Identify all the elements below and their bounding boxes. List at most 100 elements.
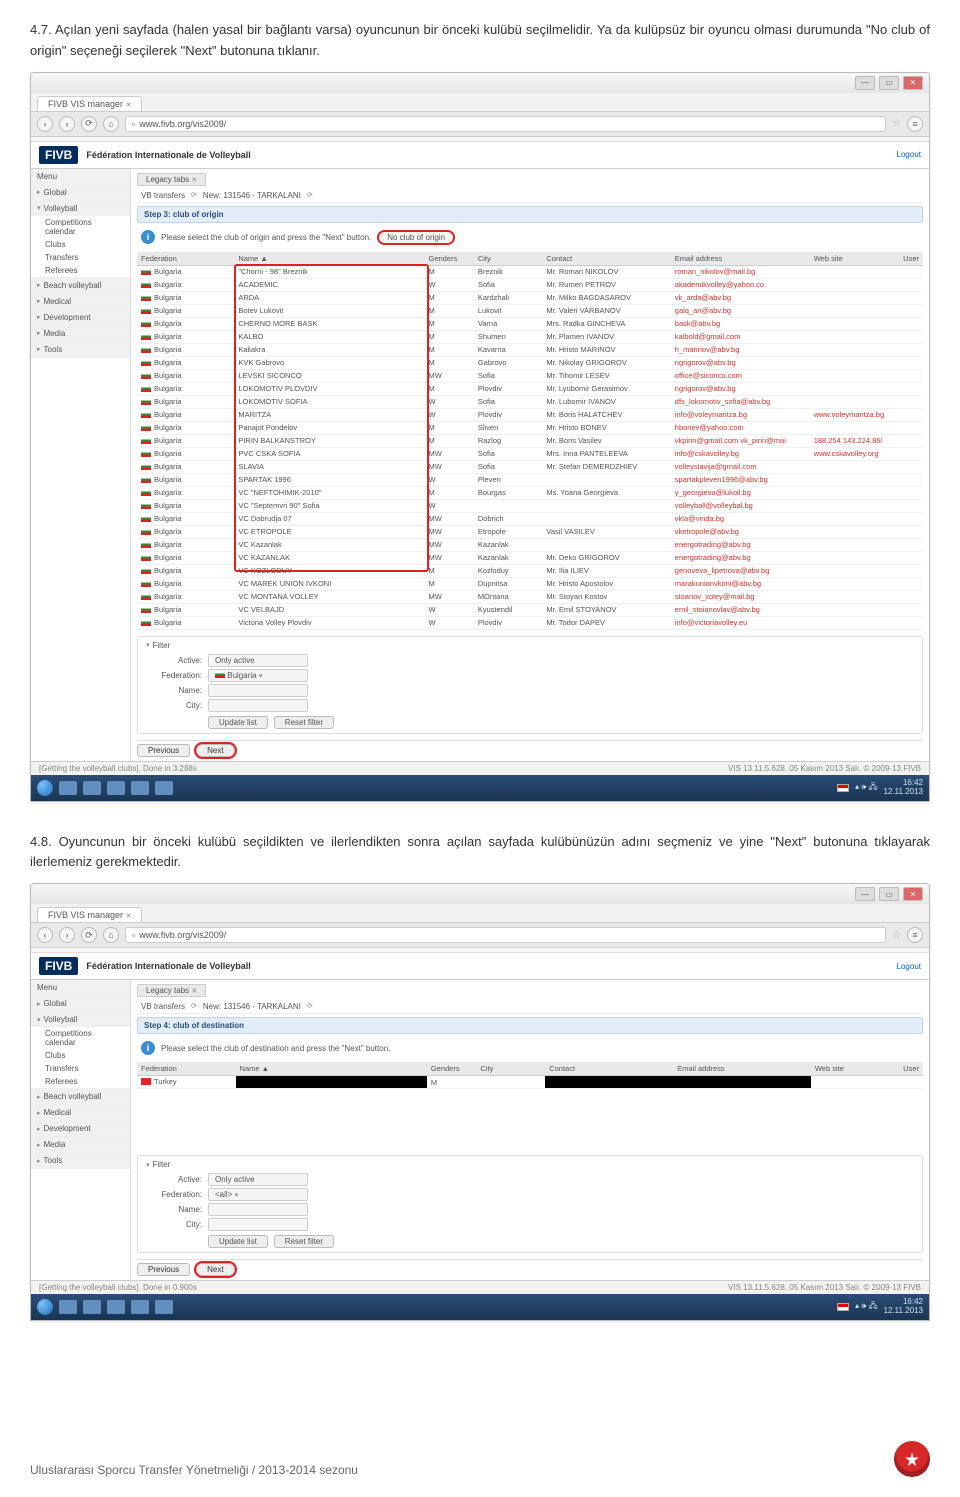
taskbar-app[interactable] bbox=[155, 1300, 173, 1314]
prev-button[interactable]: Previous bbox=[137, 1263, 190, 1276]
table-row[interactable]: BulgariaKaliakraMKavarnaMr. Hristo MARIN… bbox=[137, 343, 923, 356]
cell-web[interactable]: www.voleymaritza.bg bbox=[810, 408, 899, 421]
taskbar-app[interactable] bbox=[131, 1300, 149, 1314]
reset-button[interactable]: Reset filter bbox=[274, 1235, 334, 1248]
cell-email[interactable]: info@victoriavolley.eu bbox=[671, 616, 810, 629]
cell-web[interactable] bbox=[810, 564, 899, 577]
cell-email[interactable]: stoanov_voley@mail.bg bbox=[671, 590, 810, 603]
maximize-button[interactable]: ▭ bbox=[879, 76, 899, 90]
table-row[interactable]: BulgariaPVC CSKA SOFIAMWSofiaMrs. Inna P… bbox=[137, 447, 923, 460]
home-button[interactable]: ⌂ bbox=[103, 116, 119, 132]
lang-flag-icon[interactable] bbox=[837, 1303, 849, 1311]
sidebar-media[interactable]: ▸Media bbox=[31, 1137, 130, 1152]
cell-email[interactable]: genoveva_lipetrova@abv.bg bbox=[671, 564, 810, 577]
col-city[interactable]: City bbox=[476, 1062, 545, 1076]
col-user[interactable]: User bbox=[899, 252, 923, 266]
bookmark-icon[interactable]: ☆ bbox=[892, 118, 901, 129]
taskbar-app[interactable] bbox=[155, 781, 173, 795]
sidebar-item[interactable]: Clubs bbox=[31, 238, 130, 251]
menu-icon[interactable]: ≡ bbox=[907, 927, 923, 943]
cell-web[interactable]: 188.254.143.224.86/ bbox=[810, 434, 899, 447]
tray-icons[interactable]: ▴ 🕪 🖧 bbox=[855, 781, 877, 795]
crumb-b[interactable]: New: 131546 - TARKALANI bbox=[203, 1002, 301, 1011]
tab-legacy[interactable]: Legacy tabs ✕ bbox=[137, 173, 206, 186]
cell-email[interactable]: vketropole@abv.bg bbox=[671, 525, 810, 538]
taskbar-app[interactable] bbox=[59, 1300, 77, 1314]
cell-email[interactable]: vkpirin@gmail.com vk_pirin@mai bbox=[671, 434, 810, 447]
table-row[interactable]: BulgariaVC MONTANA VOLLEYMWMOntanaMr. St… bbox=[137, 590, 923, 603]
cell-web[interactable] bbox=[810, 590, 899, 603]
cell-email[interactable]: volleyslavija@gmail.com bbox=[671, 460, 810, 473]
taskbar-app[interactable] bbox=[107, 781, 125, 795]
cell-web[interactable] bbox=[810, 512, 899, 525]
sidebar-development[interactable]: ▸Development bbox=[31, 310, 130, 325]
cell-email[interactable]: energotrading@abv.bg bbox=[671, 538, 810, 551]
crumb-b[interactable]: New: 131546 - TARKALANI bbox=[203, 191, 301, 200]
cell-email[interactable]: marakunionvkoni@abv.bg bbox=[671, 577, 810, 590]
table-row[interactable]: BulgariaLOKOMOTIV PLOVDIVMPlovdivMr. Lyu… bbox=[137, 382, 923, 395]
active-select[interactable]: Only active bbox=[208, 654, 308, 667]
cell-email[interactable]: h_marinov@abv.bg bbox=[671, 343, 810, 356]
no-club-button[interactable]: No club of origin bbox=[377, 230, 455, 245]
table-row[interactable]: BulgariaSPARTAK 1996WPlevenspartakpleven… bbox=[137, 473, 923, 486]
cell-web[interactable] bbox=[810, 499, 899, 512]
col-name[interactable]: Name ▲ bbox=[234, 252, 424, 266]
cell-web[interactable] bbox=[810, 538, 899, 551]
cell-email[interactable]: bask@abv.bg bbox=[671, 317, 810, 330]
sidebar-item[interactable]: Referees bbox=[31, 264, 130, 277]
sidebar-tools[interactable]: ▸Tools bbox=[31, 342, 130, 357]
minimize-button[interactable]: — bbox=[855, 76, 875, 90]
logout-link[interactable]: Logout bbox=[897, 962, 921, 971]
maximize-button[interactable]: ▭ bbox=[879, 887, 899, 901]
table-row[interactable]: BulgariaVC ETROPOLEMWEtropoleVasil VASIL… bbox=[137, 525, 923, 538]
sidebar-beach[interactable]: ▸Beach volleyball bbox=[31, 278, 130, 293]
cell-email[interactable]: vk_arda@abv.bg bbox=[671, 291, 810, 304]
cell-email[interactable]: ngrigorov@abv.bg bbox=[671, 356, 810, 369]
cell-email[interactable]: office@siconco.com bbox=[671, 369, 810, 382]
cell-web[interactable] bbox=[810, 603, 899, 616]
crumb-a[interactable]: VB transfers bbox=[141, 1002, 185, 1011]
cell-web[interactable] bbox=[810, 265, 899, 278]
tray-icons[interactable]: ▴ 🕪 🖧 bbox=[855, 1300, 877, 1314]
sidebar-item[interactable]: Transfers bbox=[31, 1062, 130, 1075]
col-name[interactable]: Name ▲ bbox=[236, 1062, 427, 1076]
name-input[interactable] bbox=[208, 684, 308, 697]
cell-web[interactable] bbox=[810, 304, 899, 317]
cell-web[interactable] bbox=[810, 291, 899, 304]
cell-web[interactable] bbox=[810, 330, 899, 343]
cell-web[interactable] bbox=[810, 460, 899, 473]
table-row[interactable]: BulgariaARDAMKardzhaliMr. Milko BAGDASAR… bbox=[137, 291, 923, 304]
cell-email[interactable]: info@voleymaritza.bg bbox=[671, 408, 810, 421]
next-button[interactable]: Next bbox=[196, 744, 234, 757]
city-input[interactable] bbox=[208, 699, 308, 712]
sidebar-medical[interactable]: ▸Medical bbox=[31, 294, 130, 309]
col-federation[interactable]: Federation bbox=[137, 1062, 236, 1076]
reload-button[interactable]: ⟳ bbox=[81, 927, 97, 943]
update-button[interactable]: Update list bbox=[208, 716, 268, 729]
cell-web[interactable] bbox=[810, 421, 899, 434]
active-select[interactable]: Only active bbox=[208, 1173, 308, 1186]
cell-email[interactable]: ngrigorov@abv.bg bbox=[671, 382, 810, 395]
sidebar-tools[interactable]: ▸Tools bbox=[31, 1153, 130, 1168]
next-button[interactable]: Next bbox=[196, 1263, 234, 1276]
browser-tab[interactable]: FIVB VIS manager ✕ bbox=[37, 907, 142, 922]
cell-email[interactable]: energotrading@abv.bg bbox=[671, 551, 810, 564]
sidebar-volleyball[interactable]: ▾Volleyball bbox=[31, 1012, 130, 1027]
taskbar-app[interactable] bbox=[131, 781, 149, 795]
cell-web[interactable] bbox=[810, 616, 899, 629]
forward-button[interactable]: › bbox=[59, 927, 75, 943]
cell-email[interactable]: volleyball@volleybal.bg bbox=[671, 499, 810, 512]
cell-web[interactable] bbox=[810, 525, 899, 538]
cell-email[interactable]: y_georgieva@lukoil.bg bbox=[671, 486, 810, 499]
cell-web[interactable] bbox=[810, 395, 899, 408]
start-icon[interactable] bbox=[37, 780, 53, 796]
cell-email[interactable]: vkla@vinda.bg bbox=[671, 512, 810, 525]
taskbar-app[interactable] bbox=[59, 781, 77, 795]
sidebar-global[interactable]: ▸Global bbox=[31, 185, 130, 200]
cell-email[interactable]: akademikvolley@yahoo.co bbox=[671, 278, 810, 291]
table-row[interactable]: BulgariaSLAVIAMWSofiaMr. Stefan DEMERDZH… bbox=[137, 460, 923, 473]
update-button[interactable]: Update list bbox=[208, 1235, 268, 1248]
sidebar-volleyball[interactable]: ▾Volleyball bbox=[31, 201, 130, 216]
close-icon[interactable]: ✕ bbox=[191, 177, 197, 184]
cell-web[interactable] bbox=[810, 369, 899, 382]
